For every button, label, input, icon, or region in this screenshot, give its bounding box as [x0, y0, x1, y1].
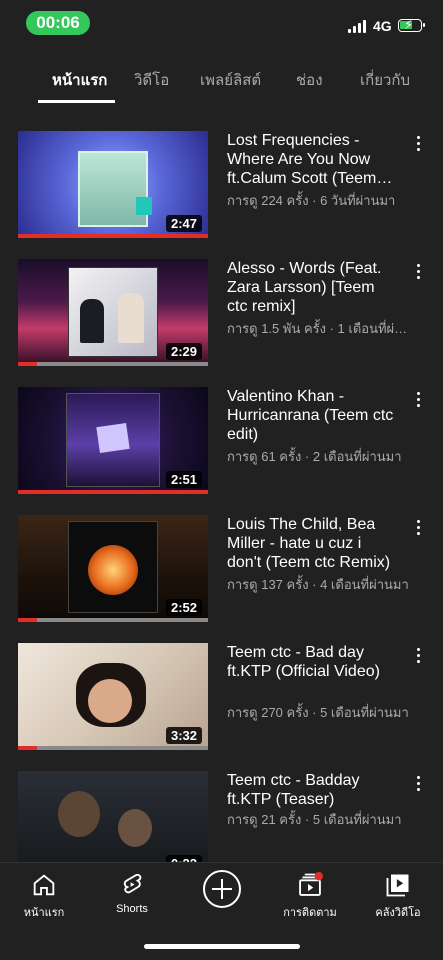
- more-options-icon[interactable]: [409, 645, 429, 665]
- video-title[interactable]: Teem ctc - Bad day ft.KTP (Official Vide…: [227, 643, 397, 681]
- nav-library[interactable]: คลังวิดีโอ: [358, 871, 438, 921]
- video-duration: 2:29: [165, 343, 202, 360]
- video-title[interactable]: Louis The Child, Bea Miller - hate u cuz…: [227, 515, 397, 572]
- video-thumbnail[interactable]: 2:52: [18, 515, 208, 622]
- video-meta: การดู 61 ครั้ง · 2 เดือนที่ผ่านมา: [227, 449, 402, 464]
- create-plus-icon: [203, 870, 241, 908]
- nav-shorts[interactable]: Shorts: [92, 871, 172, 915]
- watch-progress-bar: [18, 746, 208, 750]
- battery-charging-icon: ⚡: [398, 17, 425, 32]
- tab-home[interactable]: หน้าแรก: [52, 68, 107, 92]
- more-options-icon[interactable]: [409, 773, 429, 793]
- video-title[interactable]: Teem ctc - Badday ft.KTP (Teaser): [227, 771, 397, 809]
- nav-subscriptions[interactable]: การติดตาม: [270, 871, 350, 921]
- library-icon: [386, 874, 409, 897]
- home-indicator: [144, 944, 300, 949]
- video-title[interactable]: Valentino Khan - Hurricanrana (Teem ctc …: [227, 387, 397, 444]
- video-duration: 2:52: [165, 599, 202, 616]
- video-meta: การดู 137 ครั้ง · 4 เดือนที่ผ่านมา: [227, 577, 409, 592]
- nav-shorts-label: Shorts: [116, 903, 148, 915]
- watch-progress-bar: [18, 362, 208, 366]
- watch-progress-fill: [18, 490, 208, 494]
- video-item[interactable]: 2:52 Louis The Child, Bea Miller - hate …: [0, 515, 443, 635]
- video-duration: 2:47: [165, 215, 202, 232]
- video-thumbnail[interactable]: 2:47: [18, 131, 208, 238]
- video-title[interactable]: Alesso - Words (Feat. Zara Larsson) [Tee…: [227, 259, 397, 316]
- more-options-icon[interactable]: [409, 133, 429, 153]
- status-bar: 00:06 4G ⚡: [0, 0, 443, 46]
- video-meta: การดู 1.5 พัน ครั้ง · 1 เดือนที่ผ่านมา: [227, 321, 412, 336]
- video-title[interactable]: Lost Frequencies - Where Are You Now ft.…: [227, 131, 397, 188]
- video-meta: การดู 21 ครั้ง · 5 เดือนที่ผ่านมา: [227, 812, 402, 827]
- nav-home-label: หน้าแรก: [23, 907, 65, 919]
- video-meta: การดู 224 ครั้ง · 6 วันที่ผ่านมา: [227, 193, 396, 208]
- video-thumbnail[interactable]: 2:29: [18, 259, 208, 366]
- nav-home[interactable]: หน้าแรก: [4, 871, 84, 921]
- video-meta: การดู 270 ครั้ง · 5 เดือนที่ผ่านมา: [227, 705, 409, 720]
- watch-progress-bar: [18, 618, 208, 622]
- more-options-icon[interactable]: [409, 389, 429, 409]
- more-options-icon[interactable]: [409, 517, 429, 537]
- watch-progress-bar: [18, 490, 208, 494]
- watch-progress-fill: [18, 234, 208, 238]
- video-item[interactable]: 2:47 Lost Frequencies - Where Are You No…: [0, 131, 443, 251]
- video-thumbnail[interactable]: 2:51: [18, 387, 208, 494]
- home-icon: [33, 874, 55, 896]
- nav-subscriptions-label: การติดตาม: [283, 907, 337, 919]
- video-thumbnail[interactable]: 3:32: [18, 643, 208, 750]
- watch-progress-fill: [18, 362, 37, 366]
- status-time: 00:06: [26, 11, 90, 35]
- watch-progress-fill: [18, 746, 37, 750]
- subscriptions-icon: [299, 872, 323, 896]
- active-tab-indicator: [38, 100, 115, 103]
- tab-playlists[interactable]: เพลย์ลิสต์: [200, 68, 261, 92]
- nav-library-label: คลังวิดีโอ: [375, 907, 421, 919]
- network-type: 4G: [373, 18, 392, 34]
- tab-about[interactable]: เกี่ยวกับ: [360, 68, 410, 92]
- video-item[interactable]: 3:32 Teem ctc - Bad day ft.KTP (Official…: [0, 643, 443, 763]
- watch-progress-fill: [18, 618, 37, 622]
- video-item[interactable]: 2:29 Alesso - Words (Feat. Zara Larsson)…: [0, 259, 443, 379]
- video-item[interactable]: 2:51 Valentino Khan - Hurricanrana (Teem…: [0, 387, 443, 507]
- tab-channels[interactable]: ช่อง: [296, 68, 323, 92]
- video-duration: 2:51: [165, 471, 202, 488]
- video-duration: 3:32: [165, 727, 202, 744]
- nav-create[interactable]: [182, 869, 262, 909]
- cellular-signal-icon: [348, 20, 368, 33]
- tab-videos[interactable]: วิดีโอ: [134, 68, 169, 92]
- channel-tabs: หน้าแรก วิดีโอ เพลย์ลิสต์ ช่อง เกี่ยวกับ: [0, 60, 443, 104]
- shorts-icon: [123, 873, 142, 894]
- watch-progress-bar: [18, 234, 208, 238]
- more-options-icon[interactable]: [409, 261, 429, 281]
